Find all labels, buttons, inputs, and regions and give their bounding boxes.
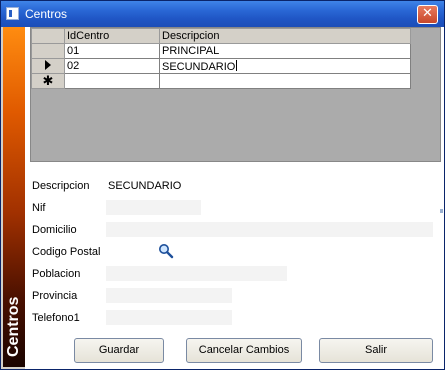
cell-descripcion[interactable] — [159, 73, 411, 89]
cancelar-cambios-button[interactable]: Cancelar Cambios — [186, 338, 302, 363]
descripcion-field[interactable] — [106, 178, 433, 193]
row-selector[interactable] — [31, 43, 65, 59]
sidebar-banner: Centros — [3, 27, 25, 367]
main-content: IdCentro Descripcion 01 PRINCIPAL 02 SEC… — [25, 27, 444, 369]
label-telefono1: Telefono1 — [32, 312, 80, 324]
window: Centros ✕ Centros IdCentro Descripcion 0… — [0, 0, 445, 370]
current-row-arrow-icon — [45, 59, 51, 70]
new-row[interactable]: ✱ — [31, 73, 411, 89]
cell-descripcion-text: SECUNDARIO — [162, 60, 236, 73]
telefono1-field[interactable] — [106, 310, 232, 325]
cell-idcentro[interactable]: 01 — [64, 43, 160, 59]
row-selector[interactable] — [31, 58, 65, 74]
grid-corner-header[interactable] — [31, 28, 65, 44]
table-row[interactable]: 02 SECUNDARIO — [31, 58, 411, 74]
data-grid[interactable]: IdCentro Descripcion 01 PRINCIPAL 02 SEC… — [30, 27, 441, 162]
text-caret — [236, 59, 238, 71]
provincia-field[interactable] — [106, 288, 232, 303]
label-descripcion: Descripcion — [32, 180, 90, 192]
title-bar[interactable]: Centros ✕ — [1, 1, 444, 27]
cell-descripcion[interactable]: PRINCIPAL — [159, 43, 411, 59]
scrollbar-nub[interactable] — [440, 209, 443, 213]
column-header-idcentro[interactable]: IdCentro — [64, 28, 160, 44]
label-provincia: Provincia — [32, 290, 78, 302]
nif-field[interactable] — [106, 200, 201, 215]
guardar-button[interactable]: Guardar — [74, 338, 164, 363]
app-icon — [6, 7, 19, 20]
poblacion-field[interactable] — [106, 266, 287, 281]
domicilio-field[interactable] — [106, 222, 433, 237]
cell-descripcion[interactable]: SECUNDARIO — [159, 58, 411, 74]
grid-table: IdCentro Descripcion 01 PRINCIPAL 02 SEC… — [31, 28, 411, 89]
column-header-descripcion[interactable]: Descripcion — [159, 28, 411, 44]
codigo-postal-field[interactable] — [106, 244, 156, 259]
salir-button[interactable]: Salir — [319, 338, 433, 363]
window-title: Centros — [25, 7, 68, 21]
label-domicilio: Domicilio — [32, 224, 77, 236]
label-nif: Nif — [32, 202, 46, 214]
grid-header-row: IdCentro Descripcion — [31, 28, 411, 44]
close-button[interactable]: ✕ — [417, 5, 438, 24]
table-row[interactable]: 01 PRINCIPAL — [31, 43, 411, 59]
label-poblacion: Poblacion — [32, 268, 81, 280]
new-row-asterisk-icon: ✱ — [42, 73, 54, 89]
label-codigo-postal: Codigo Postal — [32, 246, 101, 258]
search-icon[interactable] — [158, 243, 174, 259]
row-selector[interactable]: ✱ — [31, 73, 65, 89]
cell-idcentro[interactable]: 02 — [64, 58, 160, 74]
cell-idcentro[interactable] — [64, 73, 160, 89]
sidebar-label: Centros — [5, 296, 22, 357]
